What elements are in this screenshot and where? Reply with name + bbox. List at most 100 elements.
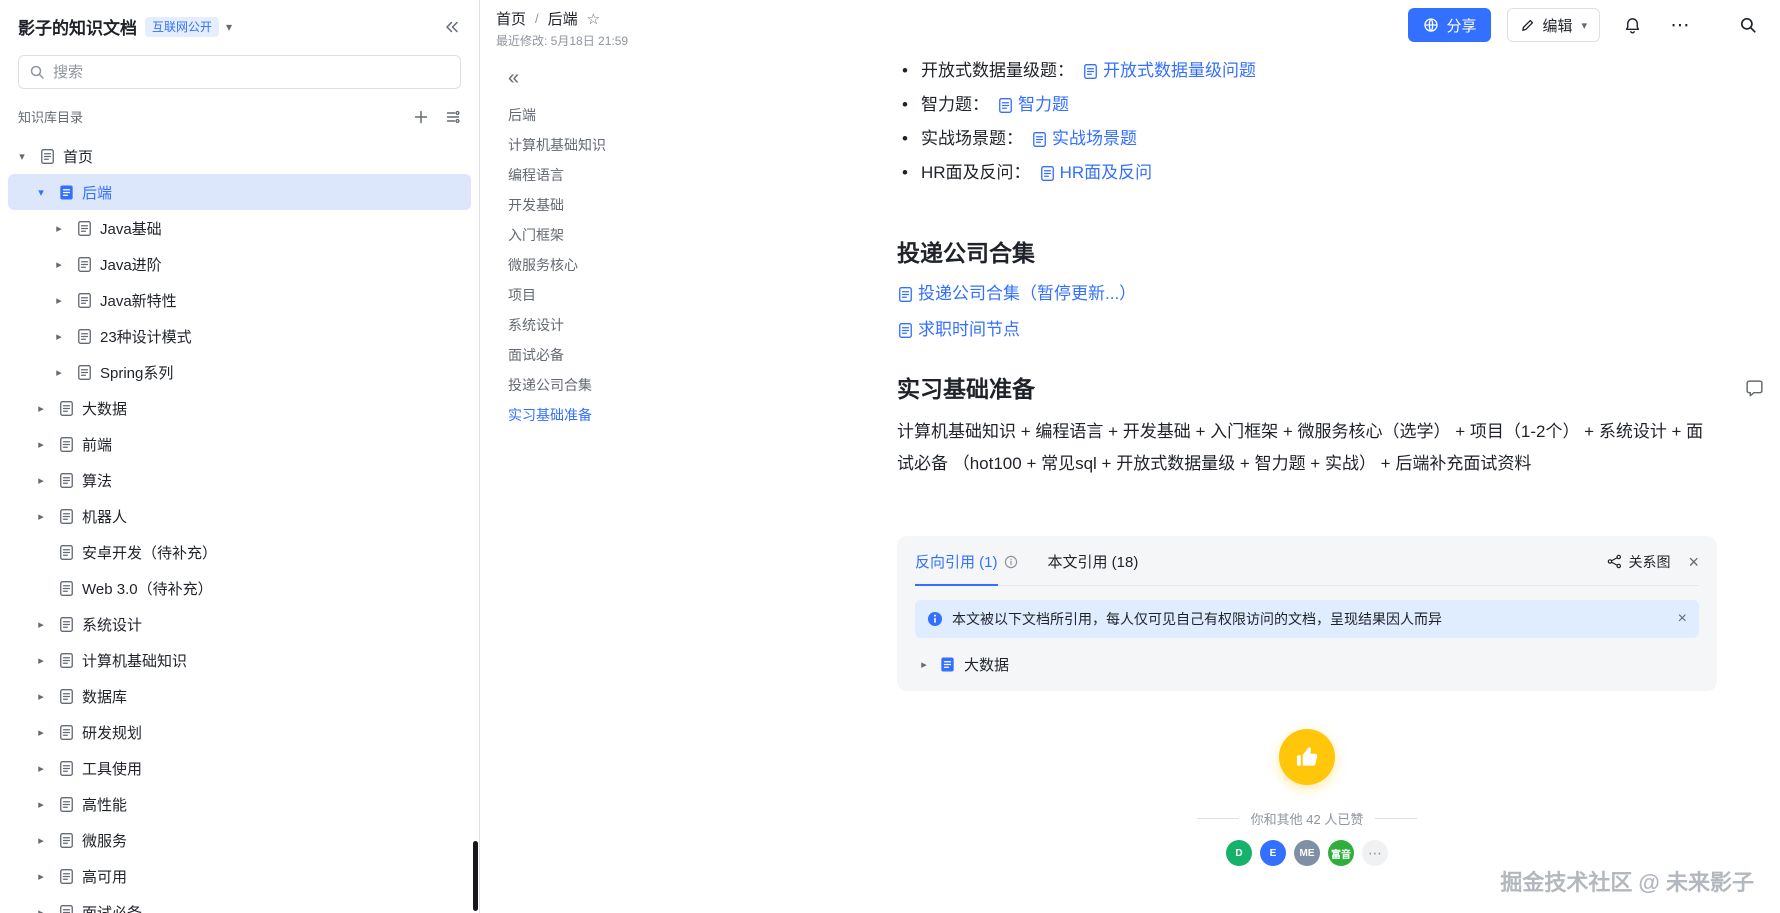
toc-item[interactable]: 后端 (508, 100, 730, 130)
tree-item[interactable]: ▾ 首页 (8, 138, 471, 174)
tree-item[interactable]: ▸ 面试必备 (8, 894, 471, 913)
tree-item[interactable]: ▸ 算法 (8, 462, 471, 498)
tree-item[interactable]: ▾ 后端 (8, 174, 471, 210)
like-count-text: 你和其他 42 人已赞 (1250, 812, 1364, 827)
close-icon[interactable]: × (1678, 611, 1687, 627)
edit-button[interactable]: 编辑 ▾ (1507, 8, 1600, 42)
doc-link[interactable]: 开放式数据量级问题 (1082, 54, 1256, 88)
tree-item[interactable]: ▸ 计算机基础知识 (8, 642, 471, 678)
tree-item[interactable]: ▸ Java新特性 (8, 282, 471, 318)
caret-right-icon[interactable]: ▸ (50, 222, 68, 235)
close-icon[interactable]: × (1688, 553, 1699, 571)
caret-right-icon[interactable]: ▸ (32, 654, 50, 667)
caret-down-icon[interactable]: ▾ (32, 186, 50, 199)
caret-right-icon[interactable]: ▸ (50, 258, 68, 271)
caret-right-icon[interactable]: ▸ (32, 618, 50, 631)
tree-item[interactable]: ▸ Spring系列 (8, 354, 471, 390)
tree-item[interactable]: ▸ 系统设计 (8, 606, 471, 642)
tree-item[interactable]: ▸ 高可用 (8, 858, 471, 894)
tree-item[interactable]: ▸ 工具使用 (8, 750, 471, 786)
caret-right-icon[interactable]: ▸ (32, 726, 50, 739)
reference-item[interactable]: ▸ 大数据 (915, 638, 1699, 675)
knowledge-base-title: 影子的知识文档 (18, 19, 137, 38)
avatar[interactable]: E (1260, 840, 1286, 866)
caret-right-icon[interactable]: ▸ (32, 762, 50, 775)
star-icon[interactable]: ☆ (587, 10, 600, 28)
tab-citations[interactable]: 本文引用 (18) (1048, 538, 1139, 585)
caret-right-icon[interactable]: ▸ (32, 510, 50, 523)
doc-link[interactable]: 实战场景题 (1031, 122, 1137, 156)
doc-icon (56, 434, 76, 454)
avatar[interactable]: D (1226, 840, 1252, 866)
tree-item[interactable]: ▸ 大数据 (8, 390, 471, 426)
toc-item[interactable]: 投递公司合集 (508, 370, 730, 400)
breadcrumb-home[interactable]: 首页 (496, 8, 526, 29)
comment-icon[interactable] (1744, 378, 1765, 399)
caret-right-icon[interactable]: ▸ (32, 402, 50, 415)
caret-right-icon[interactable]: ▸ (32, 834, 50, 847)
more-options-icon[interactable]: ⋯ (1664, 9, 1696, 41)
caret-right-icon[interactable]: ▸ (32, 438, 50, 451)
doc-link[interactable]: 求职时间节点 (897, 318, 1020, 342)
caret-right-icon[interactable]: ▸ (32, 690, 50, 703)
search-icon[interactable] (1732, 9, 1764, 41)
divider (1375, 818, 1418, 819)
add-page-button[interactable] (413, 109, 429, 125)
tree-item[interactable]: ▸ 研发规划 (8, 714, 471, 750)
share-button[interactable]: 分享 (1408, 8, 1492, 42)
toc-item[interactable]: 微服务核心 (508, 250, 730, 280)
avatar[interactable]: ME (1294, 840, 1320, 866)
toc-item[interactable]: 计算机基础知识 (508, 130, 730, 160)
toc-item[interactable]: 编程语言 (508, 160, 730, 190)
doc-icon (56, 758, 76, 778)
bullet-item: • 开放式数据量级题： 开放式数据量级问题 (897, 54, 1717, 88)
info-icon[interactable] (1004, 555, 1018, 569)
tree-item[interactable]: ▸ Java进阶 (8, 246, 471, 282)
breadcrumb: 首页 / 后端 ☆ (496, 8, 628, 29)
caret-right-icon[interactable]: ▸ (917, 658, 931, 671)
tab-backlinks[interactable]: 反向引用 (1) (915, 538, 1018, 586)
toc-item[interactable]: 项目 (508, 280, 730, 310)
more-avatars-button[interactable]: ⋯ (1362, 840, 1388, 866)
tree-item[interactable]: Web 3.0（待补充） (8, 570, 471, 606)
avatar[interactable]: 富音 (1328, 840, 1354, 866)
toc-item[interactable]: 系统设计 (508, 310, 730, 340)
tree-item-label: 面试必备 (82, 904, 143, 913)
notifications-bell-icon[interactable] (1616, 9, 1648, 41)
toc-item[interactable]: 实习基础准备 (508, 400, 730, 430)
doc-icon (56, 866, 76, 886)
tree-item[interactable]: 安卓开发（待补充） (8, 534, 471, 570)
breadcrumb-current[interactable]: 后端 (548, 8, 578, 29)
tree-item[interactable]: ▸ 23种设计模式 (8, 318, 471, 354)
list-settings-icon[interactable] (445, 109, 461, 125)
doc-link[interactable]: HR面及反问 (1039, 156, 1152, 190)
caret-down-icon[interactable]: ▾ (13, 150, 31, 163)
caret-right-icon[interactable]: ▸ (32, 870, 50, 883)
tree-item[interactable]: ▸ Java基础 (8, 210, 471, 246)
like-button[interactable] (1279, 729, 1335, 785)
tree-item[interactable]: ▸ 数据库 (8, 678, 471, 714)
caret-right-icon[interactable]: ▸ (32, 906, 50, 913)
doc-icon (56, 182, 76, 202)
caret-right-icon[interactable]: ▸ (50, 294, 68, 307)
tree-item[interactable]: ▸ 前端 (8, 426, 471, 462)
tree-item[interactable]: ▸ 微服务 (8, 822, 471, 858)
sidebar-scrollbar-thumb[interactable] (473, 841, 478, 911)
doc-link[interactable]: 智力题 (997, 88, 1069, 122)
toc-item[interactable]: 面试必备 (508, 340, 730, 370)
tree-item[interactable]: ▸ 机器人 (8, 498, 471, 534)
tree-item[interactable]: ▸ 高性能 (8, 786, 471, 822)
relation-graph-button[interactable]: 关系图 (1607, 552, 1670, 572)
collapse-sidebar-icon[interactable] (443, 18, 461, 36)
sidebar-search-box[interactable] (18, 55, 461, 89)
search-input[interactable] (53, 63, 450, 81)
toc-item[interactable]: 开发基础 (508, 190, 730, 220)
toc-item[interactable]: 入门框架 (508, 220, 730, 250)
collapse-outline-icon[interactable]: « (508, 68, 730, 88)
doc-link[interactable]: 投递公司合集（暂停更新...） (897, 282, 1136, 306)
chevron-down-icon[interactable]: ▾ (226, 20, 232, 34)
caret-right-icon[interactable]: ▸ (32, 474, 50, 487)
caret-right-icon[interactable]: ▸ (32, 798, 50, 811)
caret-right-icon[interactable]: ▸ (50, 330, 68, 343)
caret-right-icon[interactable]: ▸ (50, 366, 68, 379)
